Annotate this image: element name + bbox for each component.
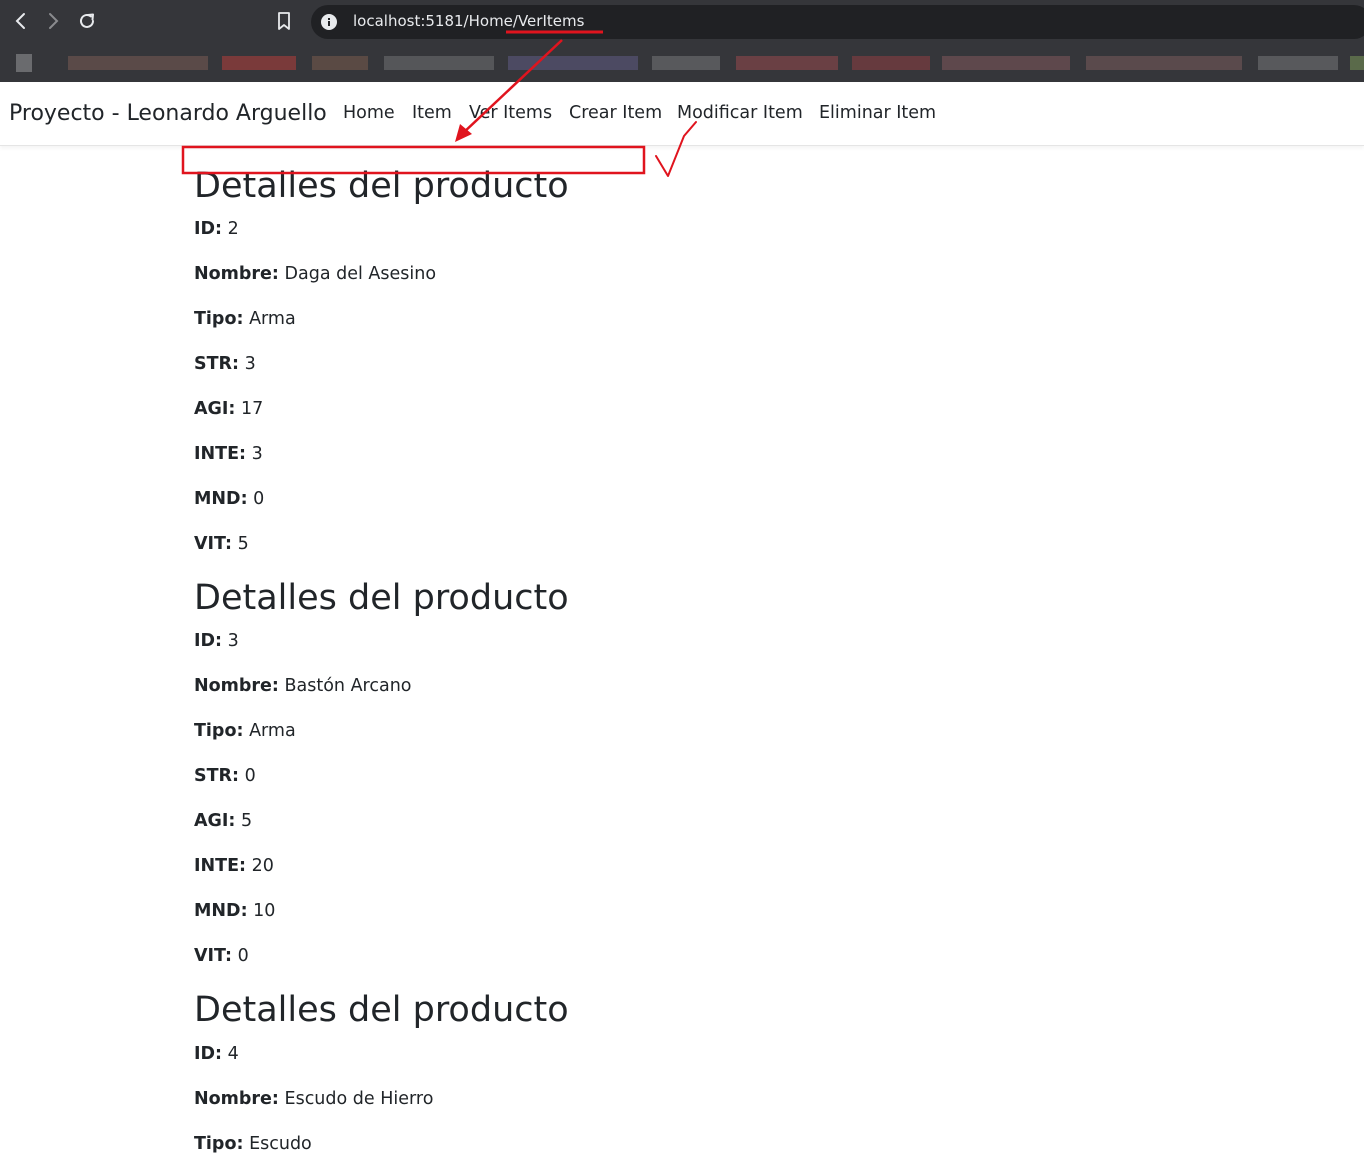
- address-bar[interactable]: localhost:5181/Home/VerItems: [311, 5, 1364, 39]
- field-id: ID: 3: [194, 631, 239, 651]
- field-value: 2: [227, 219, 239, 239]
- field-value: Escudo: [249, 1134, 312, 1154]
- field-nombre: Nombre: Bastón Arcano: [194, 676, 412, 696]
- bookmark-icon[interactable]: [272, 9, 296, 33]
- field-value: 20: [251, 856, 274, 876]
- url-text: localhost:5181/Home/VerItems: [353, 12, 585, 30]
- info-icon[interactable]: [320, 13, 338, 31]
- field-mnd: MND: 10: [194, 901, 275, 921]
- field-label: AGI:: [194, 399, 236, 419]
- blurred-bookmarks: [16, 54, 1364, 72]
- product-title: Detalles del producto: [194, 166, 569, 206]
- field-value: Bastón Arcano: [284, 676, 412, 696]
- field-value: Escudo de Hierro: [284, 1089, 434, 1109]
- field-value: 10: [253, 901, 276, 921]
- field-mnd: MND: 0: [194, 489, 264, 509]
- field-id: ID: 4: [194, 1044, 239, 1064]
- field-label: ID:: [194, 219, 223, 239]
- nav-link-item[interactable]: Item: [412, 103, 452, 123]
- field-value: Arma: [249, 721, 296, 741]
- nav-link-eliminar-item[interactable]: Eliminar Item: [819, 103, 936, 123]
- field-value: 17: [241, 399, 264, 419]
- field-label: INTE:: [194, 856, 247, 876]
- field-value: 5: [237, 534, 249, 554]
- field-label: ID:: [194, 631, 223, 651]
- field-label: MND:: [194, 489, 248, 509]
- navbar-brand[interactable]: Proyecto - Leonardo Arguello: [9, 101, 327, 126]
- field-value: Arma: [249, 309, 296, 329]
- arrow-right-icon[interactable]: [40, 8, 66, 34]
- field-label: STR:: [194, 354, 240, 374]
- product-title: Detalles del producto: [194, 578, 569, 618]
- field-label: Nombre:: [194, 676, 279, 696]
- field-value: 3: [244, 354, 256, 374]
- field-value: 0: [237, 946, 249, 966]
- field-vit: VIT: 5: [194, 534, 249, 554]
- field-label: Nombre:: [194, 264, 279, 284]
- field-str: STR: 3: [194, 354, 256, 374]
- field-label: MND:: [194, 901, 248, 921]
- arrow-left-icon[interactable]: [8, 8, 34, 34]
- field-label: Tipo:: [194, 721, 244, 741]
- field-label: AGI:: [194, 811, 236, 831]
- field-value: 4: [227, 1044, 239, 1064]
- field-agi: AGI: 17: [194, 399, 263, 419]
- field-nombre: Nombre: Escudo de Hierro: [194, 1089, 433, 1109]
- field-tipo: Tipo: Arma: [194, 721, 296, 741]
- field-agi: AGI: 5: [194, 811, 252, 831]
- app-navbar: Proyecto - Leonardo Arguello Home Item V…: [0, 83, 1364, 146]
- field-label: INTE:: [194, 444, 247, 464]
- field-id: ID: 2: [194, 219, 239, 239]
- field-label: VIT:: [194, 946, 233, 966]
- field-inte: INTE: 3: [194, 444, 263, 464]
- field-tipo: Tipo: Arma: [194, 309, 296, 329]
- field-label: VIT:: [194, 534, 233, 554]
- field-value: 3: [251, 444, 263, 464]
- field-vit: VIT: 0: [194, 946, 249, 966]
- field-tipo: Tipo: Escudo: [194, 1134, 312, 1154]
- field-label: Tipo:: [194, 1134, 244, 1154]
- field-value: 0: [253, 489, 265, 509]
- bookmarks-bar: [0, 44, 1364, 82]
- field-label: STR:: [194, 766, 240, 786]
- field-label: Tipo:: [194, 309, 244, 329]
- field-label: ID:: [194, 1044, 223, 1064]
- field-value: 5: [241, 811, 253, 831]
- nav-link-crear-item[interactable]: Crear Item: [569, 103, 662, 123]
- field-inte: INTE: 20: [194, 856, 274, 876]
- field-value: 0: [244, 766, 256, 786]
- reload-icon[interactable]: [74, 8, 100, 34]
- field-value: Daga del Asesino: [284, 264, 437, 284]
- field-value: 3: [227, 631, 239, 651]
- nav-link-modificar-item[interactable]: Modificar Item: [677, 103, 803, 123]
- nav-link-home[interactable]: Home: [343, 103, 395, 123]
- field-label: Nombre:: [194, 1089, 279, 1109]
- product-title: Detalles del producto: [194, 990, 569, 1030]
- field-str: STR: 0: [194, 766, 256, 786]
- nav-link-ver-items[interactable]: Ver Items: [469, 103, 552, 123]
- field-nombre: Nombre: Daga del Asesino: [194, 264, 436, 284]
- browser-toolbar: localhost:5181/Home/VerItems: [0, 0, 1364, 44]
